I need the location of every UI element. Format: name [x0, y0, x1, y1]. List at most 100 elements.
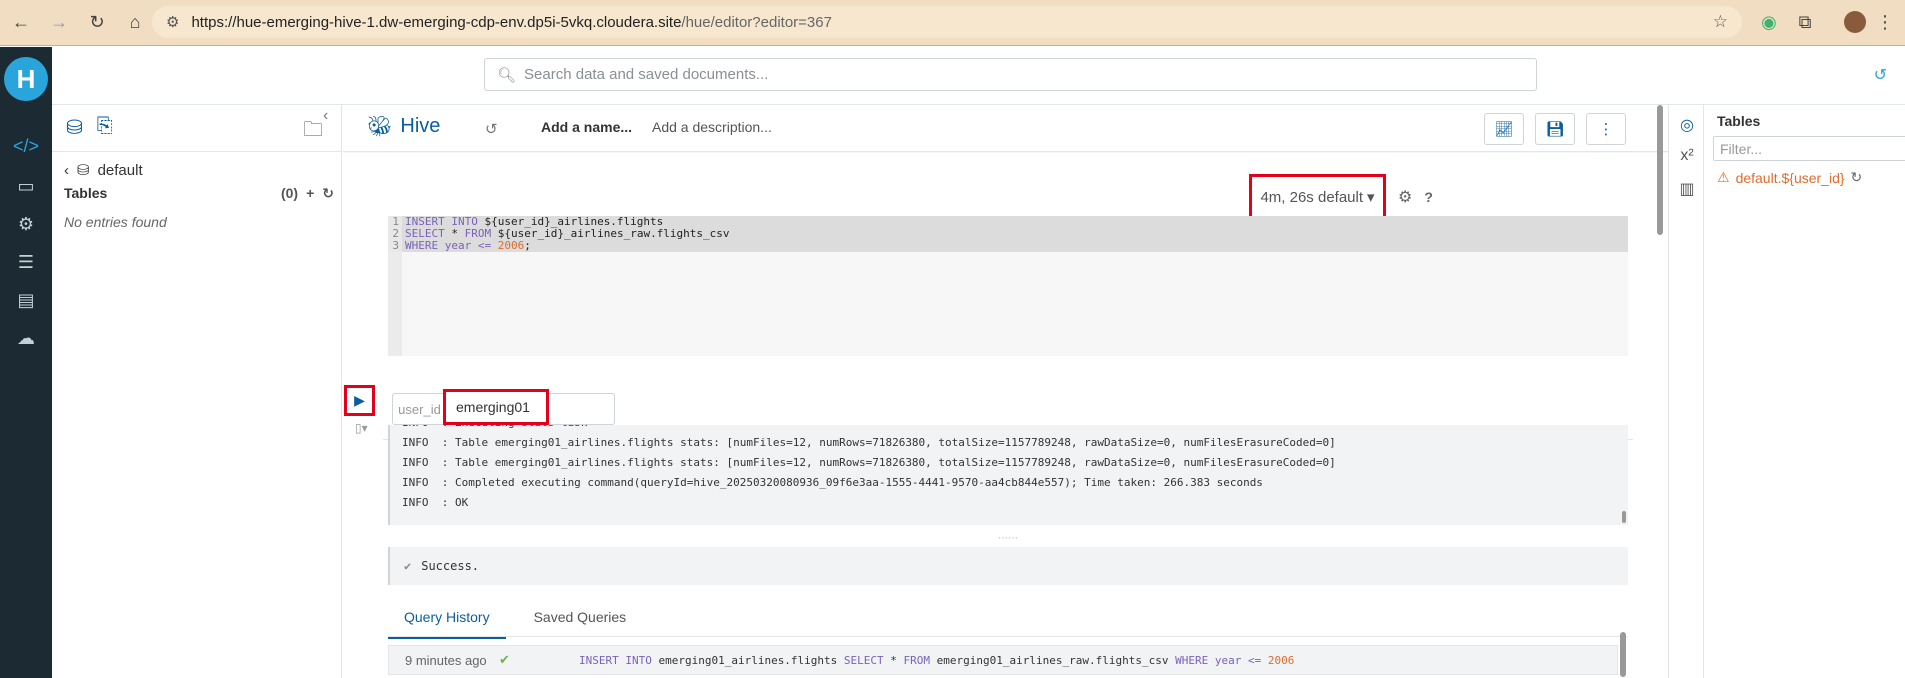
divider: [52, 151, 341, 152]
right-assist-icons: ◎ x² ▥: [1668, 105, 1704, 678]
more-button[interactable]: ⋮: [1586, 113, 1626, 145]
tab-query-history[interactable]: Query History: [388, 599, 506, 639]
code-text: year <=: [438, 239, 498, 252]
parameter-value: emerging01: [456, 399, 530, 415]
table-row[interactable]: 9 minutes ago ✔ INSERT INTO emerging01_a…: [388, 645, 1618, 675]
add-table-icon[interactable]: +: [306, 185, 314, 202]
editor-body: 4m, 26s default ▾ ⚙ ? 1 INSERT INTO ${us…: [343, 153, 1668, 678]
code-gutter: [388, 252, 402, 356]
query-text: year <=: [1208, 653, 1268, 667]
collapse-left-panel-icon[interactable]: ‹: [323, 107, 328, 125]
extension-eye-icon[interactable]: ◉: [1754, 7, 1784, 37]
warning-icon: ⚠: [1717, 169, 1730, 185]
keyword: WHERE: [1175, 653, 1209, 667]
history-time: 9 minutes ago: [405, 652, 487, 668]
refresh-icon[interactable]: ↻: [1851, 169, 1863, 186]
bookmark-star-icon[interactable]: ☆: [1713, 12, 1728, 32]
success-text: Success.: [421, 559, 480, 573]
divider: [388, 636, 1628, 637]
caret-down-icon: ▾: [1367, 189, 1375, 206]
app-name: Hive: [400, 115, 441, 137]
documents-tab-icon[interactable]: ⎘: [97, 115, 113, 140]
editor-icon[interactable]: </>: [10, 132, 42, 160]
database-icon: ⛁: [77, 162, 90, 179]
query-name[interactable]: Add a name...: [541, 119, 632, 135]
code-text: ;: [524, 239, 531, 252]
storage-icon[interactable]: ▤: [10, 286, 42, 314]
sql-editor[interactable]: 1 INSERT INTO ${user_id}_airlines.flight…: [388, 216, 1628, 356]
url-path: /hue/editor?editor=367: [681, 13, 832, 31]
importer-icon[interactable]: ☁: [10, 324, 42, 352]
history-scrollbar[interactable]: [1620, 632, 1626, 677]
tables-icon[interactable]: ☰: [10, 248, 42, 276]
forward-icon[interactable]: →: [42, 6, 76, 40]
check-icon: ✔: [404, 559, 412, 573]
hue-logo[interactable]: H: [4, 57, 48, 101]
query-history-icon[interactable]: ↺: [485, 120, 498, 138]
code-line: 3 WHERE year <= 2006;: [388, 240, 1628, 252]
tables-label: Tables: [64, 185, 108, 201]
extensions-puzzle-icon[interactable]: ⧉: [1790, 7, 1820, 37]
database-select[interactable]: 4m, 26s default ▾: [1249, 174, 1386, 220]
home-icon[interactable]: ⌂: [118, 6, 152, 40]
address-bar[interactable]: ⚙ https://hue-emerging-hive-1.dw-emergin…: [152, 6, 1742, 38]
history-icon[interactable]: ↺: [1874, 65, 1887, 85]
editor-header: 🐝︎ Hive ↺ Add a name... Add a descriptio…: [343, 105, 1668, 152]
editor-area: 🐝︎ Hive ↺ Add a name... Add a descriptio…: [343, 105, 1668, 678]
reload-icon[interactable]: ↻: [80, 6, 114, 40]
resize-handle[interactable]: ⋯⋯: [998, 533, 1018, 544]
log-panel: INFO : Executing stats task INFO : Table…: [388, 425, 1628, 525]
settings-row: 4m, 26s default ▾ ⚙ ?: [1249, 174, 1433, 220]
query-description[interactable]: Add a description...: [652, 119, 772, 135]
empty-message: No entries found: [64, 214, 167, 230]
compass-icon[interactable]: ◎: [1677, 115, 1697, 135]
parameter-input[interactable]: emerging01: [443, 389, 549, 425]
sql-database-icon[interactable]: ⛁: [66, 115, 83, 140]
browser-menu-icon[interactable]: ⋮: [1870, 7, 1900, 37]
search-icon: 🔍︎: [497, 66, 517, 84]
global-search[interactable]: 🔍︎: [484, 58, 1537, 91]
url-host: https://hue-emerging-hive-1.dw-emerging-…: [191, 13, 682, 31]
log-scrollbar[interactable]: [1622, 511, 1626, 523]
app-title: 🐝︎ Hive: [367, 114, 440, 139]
history-query: INSERT INTO emerging01_airlines.flights …: [579, 654, 1294, 667]
site-info-icon[interactable]: ⚙: [166, 13, 179, 31]
refresh-icon[interactable]: ↻: [322, 185, 334, 202]
run-button[interactable]: ▶: [344, 385, 375, 416]
keyword: WHERE: [405, 239, 439, 252]
folder-icon[interactable]: 🗀︎: [303, 115, 323, 149]
jobs-icon[interactable]: ⚙: [10, 210, 42, 238]
profile-avatar[interactable]: [1840, 7, 1870, 37]
log-line: INFO : Table emerging01_airlines.flights…: [402, 456, 1336, 469]
filter-input[interactable]: [1713, 136, 1905, 161]
line-number: 3: [388, 240, 402, 252]
editor-scrollbar[interactable]: [1657, 105, 1663, 235]
tab-saved-queries[interactable]: Saved Queries: [518, 599, 643, 639]
back-icon[interactable]: ←: [4, 6, 38, 40]
tables-header: Tables (0) + ↻: [64, 185, 334, 202]
documents-icon[interactable]: ▭: [10, 172, 42, 200]
tables-count: (0): [280, 185, 299, 201]
top-search-bar: 🔍︎ ↺: [52, 47, 1905, 105]
table-name: default.${user_id}: [1735, 169, 1845, 186]
query-text: *: [883, 653, 904, 667]
keyword: FROM: [903, 653, 931, 667]
chart-button[interactable]: 📈︎: [1484, 113, 1524, 145]
query-number: 2006: [1267, 653, 1295, 667]
back-chevron-icon[interactable]: ‹: [64, 162, 69, 179]
success-check-icon: ✔: [499, 652, 510, 667]
browser-toolbar: ← → ↻ ⌂ ⚙ https://hue-emerging-hive-1.dw…: [0, 0, 1905, 46]
missing-table-entry[interactable]: ⚠ default.${user_id} ↻: [1717, 169, 1862, 186]
help-icon[interactable]: ?: [1424, 189, 1433, 205]
snippet-options-icon[interactable]: ▯▾: [355, 421, 368, 435]
gear-icon[interactable]: ⚙: [1398, 187, 1412, 207]
log-line: INFO : Executing stats task: [390, 425, 1628, 433]
search-input[interactable]: [524, 66, 1536, 83]
functions-icon[interactable]: x²: [1677, 147, 1697, 165]
log-line: INFO : OK: [402, 496, 469, 509]
book-icon[interactable]: ▥: [1677, 179, 1697, 199]
log-line: INFO : Completed executing command(query…: [402, 476, 1263, 489]
database-breadcrumb[interactable]: ‹ ⛁ default: [64, 161, 143, 180]
save-button[interactable]: 💾︎: [1535, 113, 1575, 145]
app-sidebar: H </> ▭ ⚙ ☰ ▤ ☁: [0, 47, 52, 678]
